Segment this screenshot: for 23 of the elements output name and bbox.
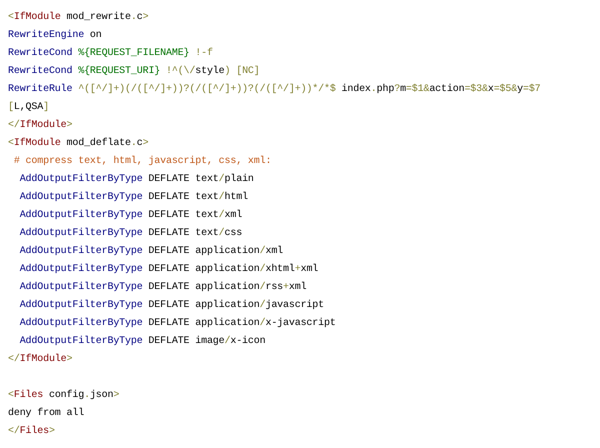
code-line: <IfModule mod_rewrite.c> [8,10,148,25]
code-line: AddOutputFilterByType DEFLATE application/javascript [18,298,324,313]
code-line: AddOutputFilterByType DEFLATE application/xml [18,244,284,259]
code-line: AddOutputFilterByType DEFLATE text/xml [18,208,242,223]
code-line: AddOutputFilterByType DEFLATE application/x-javascript [18,316,336,331]
code-line: # compress text, html, javascript, css, xml: [12,154,272,169]
code-line: RewriteCond %{REQUEST_FILENAME} !-f [8,46,213,61]
code-line: [L,QSA] [8,100,49,115]
code-line: <Files config.json> [8,388,120,403]
code-line: AddOutputFilterByType DEFLATE application/rss+xml [18,280,306,295]
code-line: <IfModule mod_deflate.c> [8,136,148,151]
code-line: deny from all [8,406,84,421]
code-line: </IfModule> [8,118,72,133]
code-line: AddOutputFilterByType DEFLATE text/html [18,190,248,205]
code-line: AddOutputFilterByType DEFLATE text/plain [18,172,254,187]
code-line: RewriteCond %{REQUEST_URI} !^(\/style) [NC] [8,64,260,79]
code-line: AddOutputFilterByType DEFLATE image/x-icon [18,334,266,349]
code-line: </IfModule> [8,352,72,367]
code-line: AddOutputFilterByType DEFLATE application/xhtml+xml [18,262,318,277]
code-line: RewriteEngine on [8,28,102,43]
code-line: AddOutputFilterByType DEFLATE text/css [18,226,242,241]
code-line: RewriteRule ^([^/]+)(/([^/]+))?(/([^/]+))?(/([^/]+))*/*$ index.php?m=$1&action=$3&x=$5&y=$7 [8,82,541,97]
code-line: </Files> [8,424,55,439]
